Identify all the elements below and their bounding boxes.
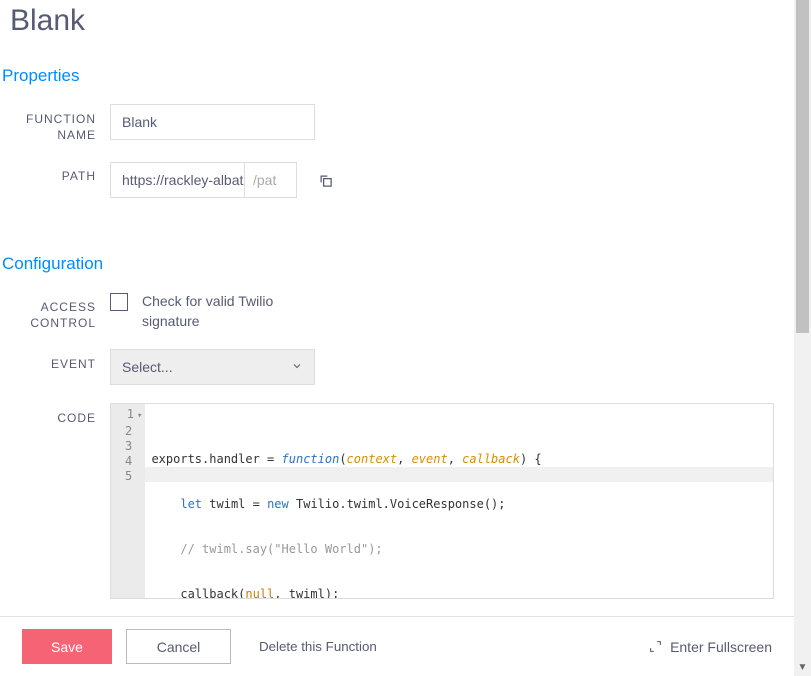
save-button[interactable]: Save	[22, 629, 112, 664]
event-label: EVENT	[10, 349, 110, 373]
access-control-text: Check for valid Twilio signature	[142, 292, 312, 331]
function-name-input[interactable]	[110, 104, 315, 140]
code-editor[interactable]: 1▾ 2 3 4 5 exports.handler = function(co…	[110, 403, 774, 599]
delete-function-button[interactable]: Delete this Function	[245, 639, 391, 654]
scrollbar-track[interactable]: ▼	[794, 0, 811, 676]
access-control-checkbox[interactable]	[110, 293, 128, 311]
enter-fullscreen-button[interactable]: Enter Fullscreen	[649, 639, 772, 655]
access-control-label: ACCESS CONTROL	[10, 292, 110, 331]
section-configuration: Configuration	[2, 254, 774, 274]
copy-path-button[interactable]	[307, 161, 343, 199]
page-title: Blank	[10, 4, 774, 38]
function-name-label: FUNCTION NAME	[10, 104, 110, 143]
scroll-down-icon[interactable]: ▼	[794, 659, 811, 676]
path-input[interactable]	[245, 162, 297, 198]
code-lines[interactable]: exports.handler = function(context, even…	[145, 404, 773, 598]
event-selected-value: Select...	[122, 359, 173, 375]
chevron-down-icon	[291, 359, 303, 375]
section-properties: Properties	[2, 66, 774, 86]
footer-bar: Save Cancel Delete this Function Enter F…	[0, 616, 794, 676]
path-base-url: https://rackley-albat	[110, 162, 245, 198]
scrollbar-thumb[interactable]	[796, 0, 809, 333]
code-label: CODE	[10, 403, 110, 427]
fullscreen-label: Enter Fullscreen	[670, 639, 772, 655]
copy-icon	[318, 173, 333, 188]
event-select[interactable]: Select...	[110, 349, 315, 385]
fullscreen-icon	[649, 640, 662, 653]
cancel-button[interactable]: Cancel	[126, 629, 231, 664]
code-gutter: 1▾ 2 3 4 5	[111, 404, 145, 598]
path-label: PATH	[10, 161, 110, 185]
